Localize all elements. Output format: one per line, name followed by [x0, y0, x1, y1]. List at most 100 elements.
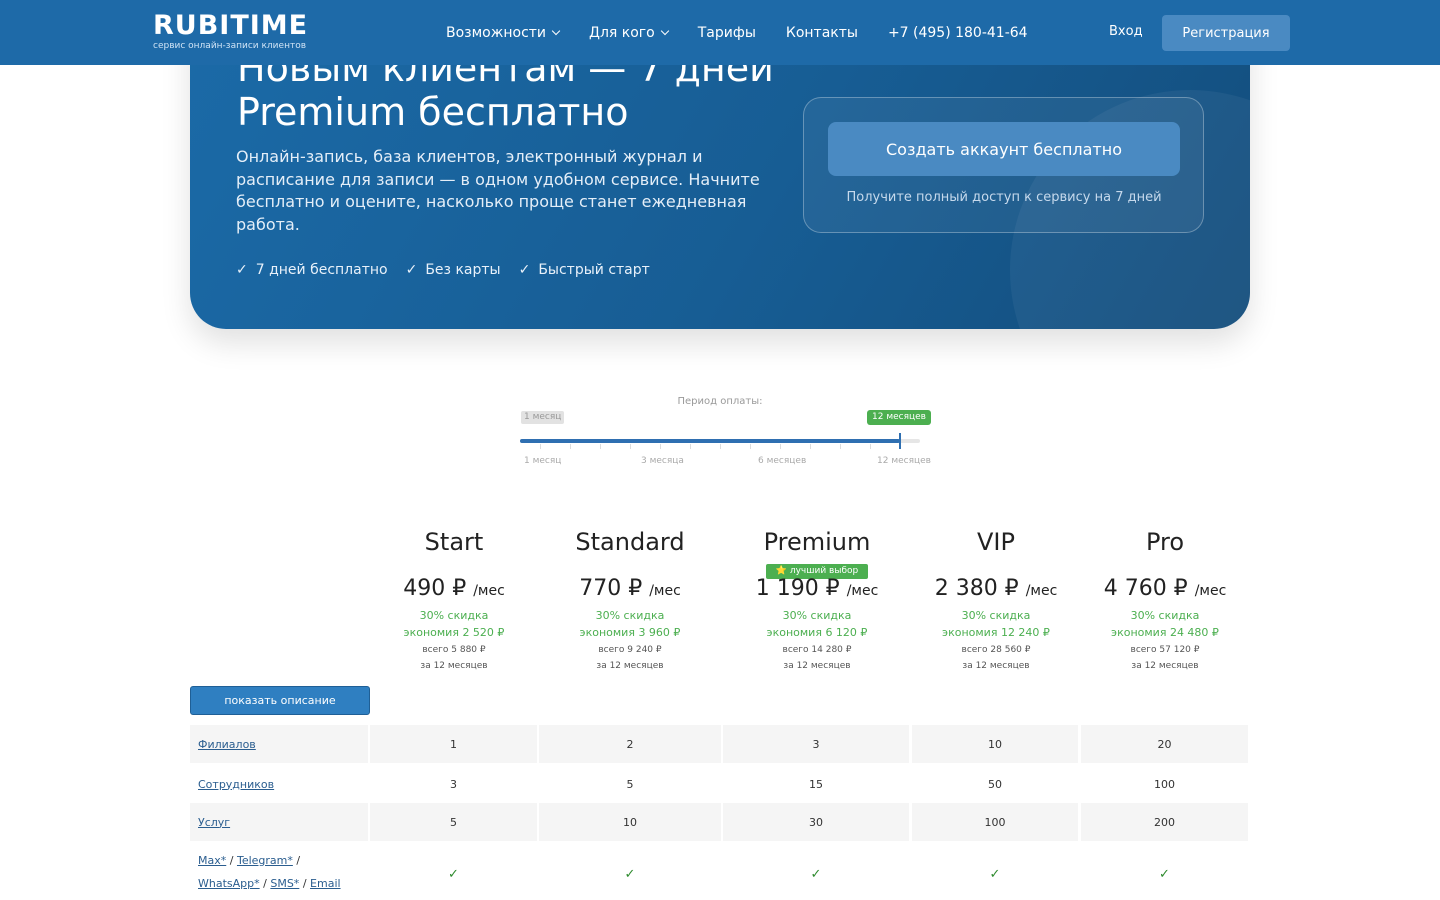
plan-discount: 30% скидка — [1130, 609, 1200, 622]
price-unit: /мес — [473, 583, 505, 599]
separator: / — [263, 877, 267, 890]
sms-link[interactable]: SMS* — [270, 877, 299, 890]
slider-tick — [750, 444, 751, 449]
email-link[interactable]: Email — [310, 877, 341, 890]
plan-price: 770 ₽ /мес — [535, 576, 725, 601]
benefit-label: 7 дней бесплатно — [255, 262, 388, 278]
period-min-badge: 1 месяц — [521, 411, 565, 424]
row-label-messaging: Max* / Telegram* / WhatsApp* / SMS* / Em… — [198, 849, 373, 895]
logo[interactable]: RUBITIME сервис онлайн-записи клиентов — [153, 10, 309, 52]
period-slider-fill — [520, 439, 900, 443]
price-value: 490 ₽ — [403, 576, 467, 601]
plan-total: всего 14 280 ₽ — [782, 645, 852, 655]
hero-banner: Новым клиентам — 7 дней Premium бесплатн… — [190, 20, 1250, 329]
plan-name: VIP — [977, 528, 1015, 556]
tick-label-3m: 3 месяца — [641, 456, 684, 466]
period-slider-track[interactable] — [520, 439, 920, 443]
price-value: 1 190 ₽ — [755, 576, 840, 601]
logo-title: RUBITIME — [153, 10, 309, 41]
plan-total: всего 9 240 ₽ — [598, 645, 662, 655]
plan-saving: экономия 6 120 ₽ — [766, 626, 868, 639]
table-cell: 50 — [988, 777, 1002, 791]
plan-period: за 12 месяцев — [596, 661, 664, 671]
hero-description: Онлайн-запись, база клиентов, электронны… — [236, 147, 760, 234]
nav-pricing[interactable]: Тарифы — [698, 25, 756, 41]
slider-tick — [570, 444, 571, 449]
table-cell: 5 — [626, 777, 634, 791]
plan-name: Premium — [763, 528, 871, 556]
slider-tick — [690, 444, 691, 449]
plan-total: всего 5 880 ₽ — [422, 645, 486, 655]
max-link[interactable]: Max* — [198, 854, 226, 867]
plan-name: Pro — [1145, 528, 1185, 556]
period-current-badge: 12 месяцев — [867, 410, 931, 425]
whatsapp-link[interactable]: WhatsApp* — [198, 877, 260, 890]
plan-discount: 30% скидка — [961, 609, 1031, 622]
price-unit: /мес — [1194, 583, 1227, 599]
nav-features[interactable]: Возможности — [446, 24, 561, 41]
top-navigation-bar: RUBITIME сервис онлайн-записи клиентов В… — [0, 0, 1440, 65]
row-label-branches: Филиалов — [190, 725, 368, 763]
plan-saving: экономия 2 520 ₽ — [403, 626, 505, 639]
plan-total: всего 57 120 ₽ — [1130, 645, 1200, 655]
register-button[interactable]: Регистрация — [1162, 15, 1290, 51]
benefit-label: Без карты — [425, 262, 501, 278]
plan-premium: Premium ⭐ лучший выбор 1 190 ₽ /мес 30% … — [722, 528, 912, 671]
plan-price: 4 760 ₽ /мес — [1070, 576, 1260, 601]
check-icon: ✓ — [236, 262, 248, 278]
table-cell: 10 — [912, 725, 1078, 763]
main-nav: Возможности Для кого Тарифы Контакты +7 … — [446, 0, 1058, 65]
plan-period: за 12 месяцев — [1131, 661, 1199, 671]
slider-tick — [720, 444, 721, 449]
slider-tick — [840, 444, 841, 449]
logo-subtitle: сервис онлайн-записи клиентов — [153, 41, 307, 51]
plan-standard: Standard 770 ₽ /мес 30% скидка экономия … — [535, 528, 725, 671]
separator: / — [296, 854, 301, 867]
plan-pro: Pro 4 760 ₽ /мес 30% скидка экономия 24 … — [1070, 528, 1260, 671]
plan-name: Standard — [575, 528, 685, 556]
plan-discount: 30% скидка — [595, 609, 665, 622]
table-row: Филиалов 1 2 3 10 20 — [190, 725, 1248, 763]
nav-features-label: Возможности — [446, 24, 547, 41]
table-cell: 2 — [539, 725, 721, 763]
check-icon: ✓ — [1159, 866, 1170, 882]
check-icon: ✓ — [624, 866, 636, 882]
slider-tick — [540, 444, 541, 449]
show-description-button[interactable]: показать описание — [190, 686, 370, 715]
nav-contacts[interactable]: Контакты — [786, 25, 858, 41]
table-cell: 15 — [809, 777, 823, 791]
branches-link[interactable]: Филиалов — [198, 738, 256, 751]
plan-price: 490 ₽ /мес — [359, 576, 549, 601]
plan-period: за 12 месяцев — [783, 661, 851, 671]
create-account-button[interactable]: Создать аккаунт бесплатно — [828, 122, 1180, 176]
tick-label-12m: 12 месяцев — [877, 456, 931, 466]
check-icon: ✓ — [810, 866, 822, 882]
plan-saving: экономия 24 480 ₽ — [1111, 626, 1219, 639]
period-slider-handle[interactable] — [899, 433, 901, 449]
plan-discount: 30% скидка — [419, 609, 489, 622]
services-link[interactable]: Услуг — [198, 816, 230, 829]
slider-tick — [660, 444, 661, 449]
plan-saving: экономия 12 240 ₽ — [942, 626, 1050, 639]
login-link[interactable]: Вход — [1109, 24, 1143, 39]
table-cell: 20 — [1081, 725, 1248, 763]
slider-tick — [780, 444, 781, 449]
plan-saving: экономия 3 960 ₽ — [579, 626, 681, 639]
nav-phone[interactable]: +7 (495) 180-41-64 — [888, 25, 1028, 41]
check-icon: ✓ — [405, 262, 418, 278]
price-value: 4 760 ₽ — [1103, 576, 1188, 601]
nav-for-whom[interactable]: Для кого — [589, 25, 669, 41]
plan-vip: VIP 2 380 ₽ /мес 30% скидка экономия 12 … — [901, 528, 1091, 671]
staff-link[interactable]: Сотрудников — [198, 778, 274, 791]
telegram-link[interactable]: Telegram* — [237, 854, 293, 867]
table-cell: 1 — [370, 725, 537, 763]
table-cell: 30 — [723, 803, 909, 841]
check-icon: ✓ — [518, 262, 531, 278]
plan-name: Start — [424, 528, 484, 556]
row-label-services: Услуг — [190, 803, 368, 841]
plan-total: всего 28 560 ₽ — [961, 645, 1031, 655]
table-cell: 3 — [450, 777, 457, 791]
benefit-item: ✓ 7 дней бесплатно — [236, 262, 388, 278]
slider-tick — [630, 444, 631, 449]
separator: / — [229, 854, 234, 867]
